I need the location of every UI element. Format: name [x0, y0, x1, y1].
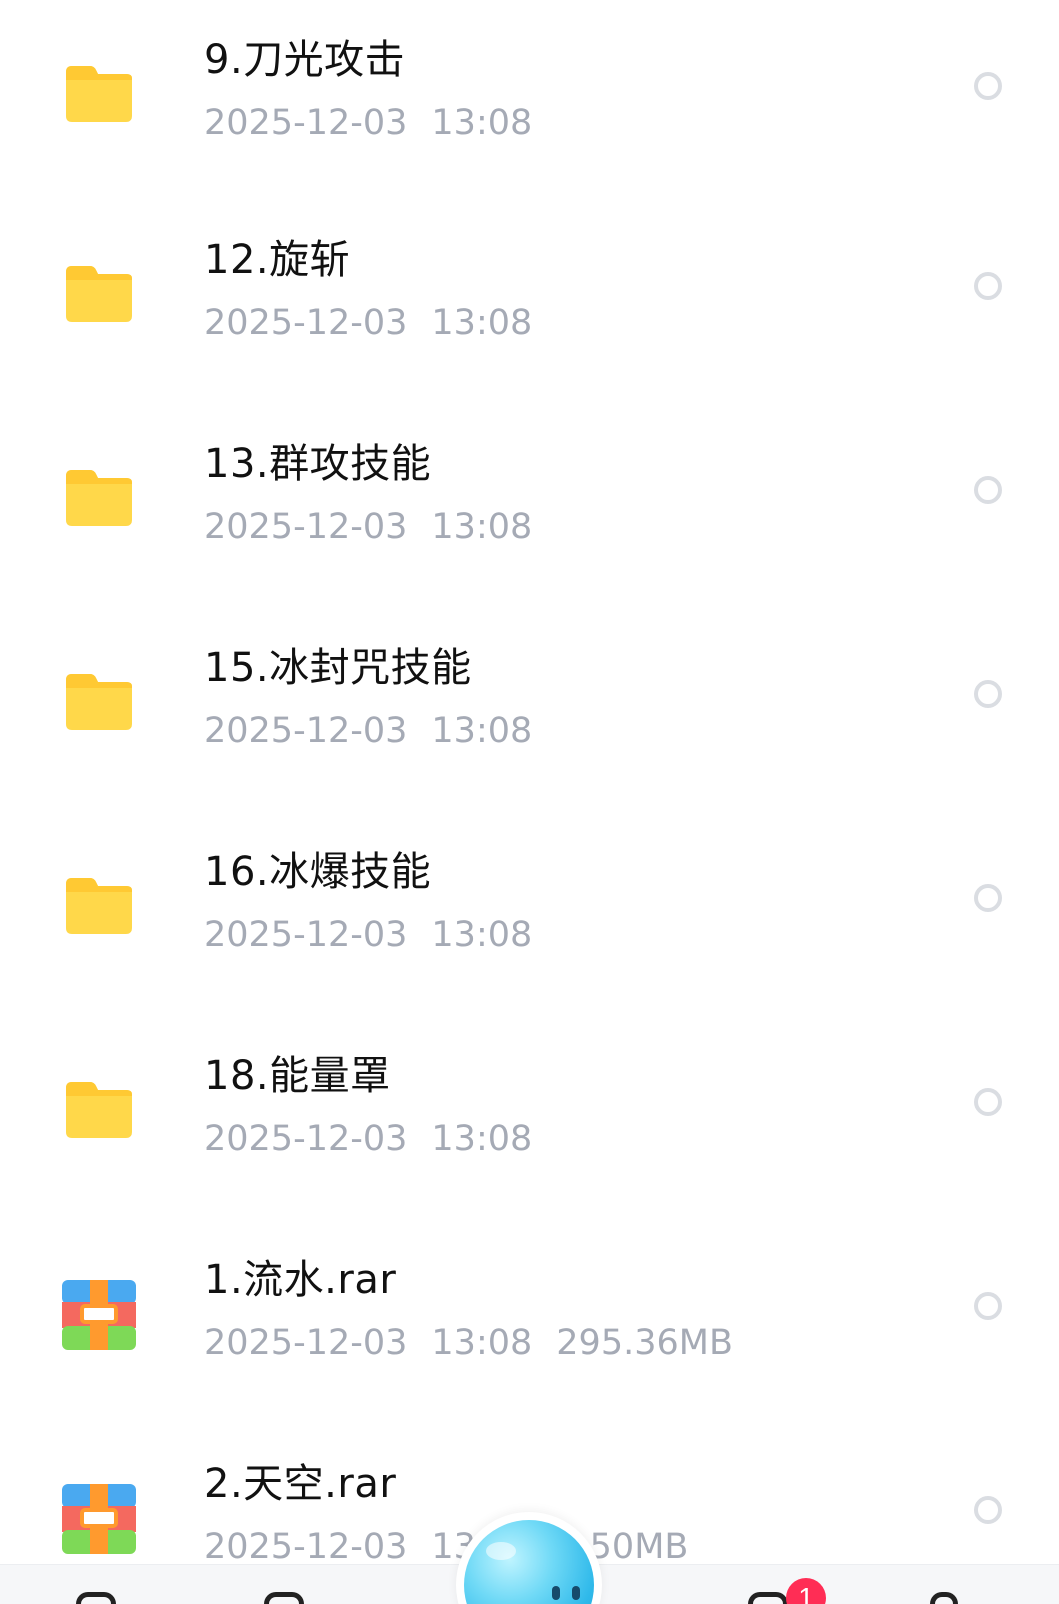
- file-row[interactable]: 1.流水.rar 2025-12-03 13:08 295.36MB: [0, 1220, 1059, 1424]
- file-time: 13:08: [431, 303, 533, 343]
- avatar-highlight: [486, 1542, 516, 1560]
- tab-messages-icon[interactable]: [748, 1592, 788, 1604]
- file-name: 13.群攻技能: [204, 441, 432, 487]
- file-time: 13:08: [431, 915, 533, 955]
- tab-files-icon[interactable]: [264, 1592, 304, 1604]
- select-radio[interactable]: [974, 1496, 1002, 1524]
- file-name: 16.冰爆技能: [204, 849, 432, 895]
- file-name: 2.天空.rar: [204, 1461, 397, 1507]
- file-date: 2025-12-03: [204, 507, 408, 547]
- file-meta: 2025-12-03 13:08: [204, 706, 556, 756]
- file-list: 9.刀光攻击 2025-12-03 13:08 12.旋斩 2025-12-03 1…: [0, 0, 1059, 1604]
- select-radio[interactable]: [974, 680, 1002, 708]
- select-radio[interactable]: [974, 1292, 1002, 1320]
- file-meta: 2025-12-03 13:08: [204, 910, 556, 960]
- file-time: 13:08: [431, 711, 533, 751]
- file-date: 2025-12-03: [204, 1119, 408, 1159]
- file-date: 2025-12-03: [204, 711, 408, 751]
- archive-icon: [60, 1480, 138, 1558]
- file-meta: 2025-12-03 13:08: [204, 298, 556, 348]
- avatar-eye: [552, 1586, 560, 1600]
- file-date: 2025-12-03: [204, 915, 408, 955]
- archive-icon: [60, 1276, 138, 1354]
- file-browser-screen: 9.刀光攻击 2025-12-03 13:08 12.旋斩 2025-12-03 1…: [0, 0, 1059, 1604]
- folder-icon: [60, 56, 138, 134]
- assistant-avatar-icon: [464, 1520, 594, 1604]
- select-radio[interactable]: [974, 884, 1002, 912]
- file-row[interactable]: 18.能量罩 2025-12-03 13:08: [0, 1016, 1059, 1220]
- file-row[interactable]: 9.刀光攻击 2025-12-03 13:08: [0, 0, 1059, 204]
- file-name: 15.冰封咒技能: [204, 645, 472, 691]
- file-name: 1.流水.rar: [204, 1257, 397, 1303]
- file-meta: 2025-12-03 13:08 295.36MB: [204, 1318, 757, 1368]
- folder-icon: [60, 460, 138, 538]
- tab-home-icon[interactable]: [76, 1592, 116, 1604]
- file-name: 9.刀光攻击: [204, 37, 406, 83]
- file-row[interactable]: 15.冰封咒技能 2025-12-03 13:08: [0, 608, 1059, 812]
- file-time: 13:08: [431, 1119, 533, 1159]
- file-time: 13:08: [431, 507, 533, 547]
- folder-icon: [60, 868, 138, 946]
- file-row[interactable]: 12.旋斩 2025-12-03 13:08: [0, 200, 1059, 404]
- file-time: 13:08: [431, 103, 533, 143]
- file-row[interactable]: 16.冰爆技能 2025-12-03 13:08: [0, 812, 1059, 1016]
- file-name: 18.能量罩: [204, 1053, 391, 1099]
- file-meta: 2025-12-03 13:08: [204, 1114, 556, 1164]
- avatar-eye: [572, 1586, 580, 1600]
- file-date: 2025-12-03: [204, 1527, 408, 1567]
- file-meta: 2025-12-03 13:08: [204, 98, 556, 148]
- folder-icon: [60, 256, 138, 334]
- file-size: 295.36MB: [556, 1323, 733, 1363]
- select-radio[interactable]: [974, 1088, 1002, 1116]
- folder-icon: [60, 1072, 138, 1150]
- file-meta: 2025-12-03 13:08: [204, 502, 556, 552]
- file-date: 2025-12-03: [204, 103, 408, 143]
- folder-icon: [60, 664, 138, 742]
- select-radio[interactable]: [974, 272, 1002, 300]
- file-name: 12.旋斩: [204, 237, 351, 283]
- select-radio[interactable]: [974, 72, 1002, 100]
- file-time: 13:08: [431, 1323, 533, 1363]
- file-date: 2025-12-03: [204, 1323, 408, 1363]
- file-date: 2025-12-03: [204, 303, 408, 343]
- select-radio[interactable]: [974, 476, 1002, 504]
- file-row[interactable]: 13.群攻技能 2025-12-03 13:08: [0, 404, 1059, 608]
